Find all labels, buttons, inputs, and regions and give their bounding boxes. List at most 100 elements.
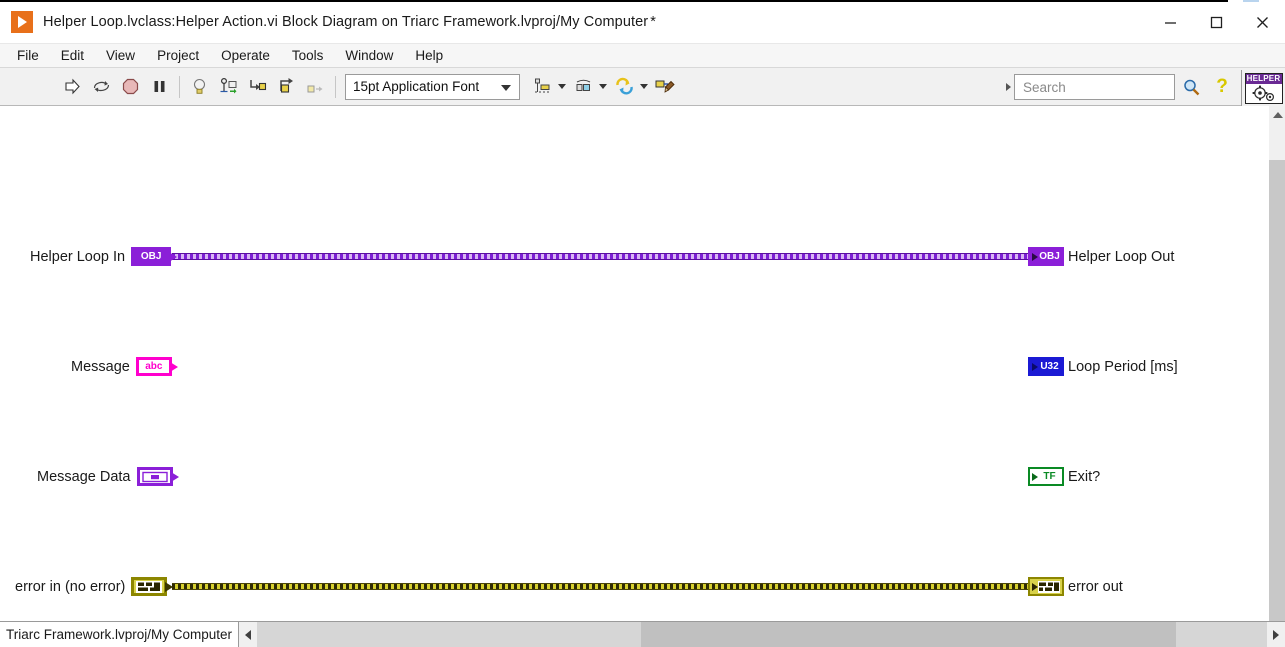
message-label: Message — [71, 358, 130, 375]
distribute-objects-button[interactable] — [570, 73, 597, 101]
pause-button[interactable] — [146, 73, 173, 101]
horizontal-scrollbar-track[interactable] — [257, 622, 1267, 647]
search-area: Search ? — [1002, 74, 1235, 100]
variant-glyph-icon — [141, 471, 168, 482]
menu-item-view[interactable]: View — [95, 46, 146, 66]
helper-loop-out-type-label: OBJ — [1039, 250, 1060, 262]
chevron-left-icon — [245, 629, 252, 640]
debug-buttons — [185, 68, 330, 105]
retain-wire-values-button[interactable] — [215, 73, 242, 101]
scroll-left-button[interactable] — [239, 622, 258, 647]
error-in-node[interactable]: error in (no error) — [15, 577, 174, 596]
helper-loop-in-type-label: OBJ — [140, 250, 162, 262]
step-out-button[interactable] — [302, 73, 329, 101]
exit-terminal[interactable]: TF — [1028, 467, 1064, 486]
loop-period-terminal[interactable]: U32 — [1028, 357, 1064, 376]
block-diagram-canvas[interactable]: Helper Loop In OBJ OBJ Helper Loop Out M… — [0, 106, 1268, 621]
helper-loop-out-label: Helper Loop Out — [1068, 248, 1175, 265]
message-data-node[interactable]: Message Data — [37, 467, 179, 486]
toolbar: 15pt Application Font Search ? HELPER — [0, 68, 1285, 106]
output-arrow-icon — [165, 581, 174, 592]
menu-item-help[interactable]: Help — [404, 46, 454, 66]
horizontal-scrollbar[interactable] — [239, 622, 1285, 647]
vertical-scrollbar-thumb[interactable] — [1269, 123, 1285, 160]
reorder-chevron-down-icon[interactable] — [640, 84, 648, 89]
menu-item-edit[interactable]: Edit — [50, 46, 95, 66]
error-cluster-glyph-icon — [136, 580, 163, 593]
question-mark-icon[interactable]: ? — [1209, 74, 1235, 100]
message-type-label: abc — [145, 360, 163, 372]
search-input[interactable]: Search — [1015, 74, 1175, 100]
helper-loop-out-terminal[interactable]: OBJ — [1028, 247, 1064, 266]
error-in-label: error in (no error) — [15, 578, 126, 595]
message-node[interactable]: Message abc — [71, 357, 178, 376]
horizontal-scrollbar-thumb[interactable] — [640, 622, 1177, 647]
vi-icon[interactable]: HELPER — [1244, 72, 1283, 104]
scroll-up-button[interactable] — [1269, 106, 1285, 123]
error-out-node[interactable]: error out — [1028, 577, 1123, 596]
window-title: Helper Loop.lvclass:Helper Action.vi Blo… — [43, 14, 656, 30]
error-in-terminal[interactable] — [131, 577, 174, 596]
loop-period-node[interactable]: U32 Loop Period [ms] — [1028, 357, 1178, 376]
align-objects-button[interactable] — [529, 73, 556, 101]
exit-type-label: TF — [1043, 470, 1056, 482]
vi-icon-banner: HELPER — [1245, 73, 1282, 84]
loop-period-label: Loop Period [ms] — [1068, 358, 1178, 375]
expand-handle-icon[interactable] — [1002, 74, 1015, 100]
title-bar: Helper Loop.lvclass:Helper Action.vi Blo… — [0, 0, 1285, 44]
reorder-button[interactable] — [611, 73, 638, 101]
helper-loop-out-node[interactable]: OBJ Helper Loop Out — [1028, 247, 1174, 266]
diagram-area: Helper Loop In OBJ OBJ Helper Loop Out M… — [0, 106, 1285, 621]
minimize-icon[interactable] — [1147, 0, 1193, 44]
message-data-label: Message Data — [37, 468, 131, 485]
error-out-terminal[interactable] — [1028, 577, 1064, 596]
window-chrome-edge — [0, 0, 1285, 2]
maximize-icon[interactable] — [1193, 0, 1239, 44]
menu-item-window[interactable]: Window — [334, 46, 404, 66]
helper-loop-in-label: Helper Loop In — [30, 248, 126, 265]
vi-icon-panel[interactable]: HELPER — [1241, 70, 1285, 106]
step-over-button[interactable] — [273, 73, 300, 101]
run-button[interactable] — [59, 73, 86, 101]
helper-loop-in-node[interactable]: Helper Loop In OBJ — [30, 247, 178, 266]
error-cluster-glyph-icon — [1038, 580, 1060, 593]
message-data-terminal[interactable] — [136, 467, 179, 486]
modified-marker: * — [650, 13, 656, 30]
search-magnifier-icon[interactable] — [1177, 74, 1205, 100]
error-cluster-wire[interactable] — [172, 583, 1030, 590]
labview-run-arrow-icon — [11, 10, 33, 33]
step-into-button[interactable] — [244, 73, 271, 101]
vertical-scrollbar[interactable] — [1268, 106, 1285, 621]
run-continuously-button[interactable] — [88, 73, 115, 101]
abort-button[interactable] — [117, 73, 144, 101]
exit-label: Exit? — [1068, 468, 1101, 485]
toolbar-separator-2 — [335, 75, 336, 98]
output-arrow-icon — [169, 251, 178, 262]
helper-loop-in-terminal[interactable]: OBJ — [131, 247, 178, 266]
menu-item-tools[interactable]: Tools — [281, 46, 335, 66]
labview-block-diagram-window: Helper Loop.lvclass:Helper Action.vi Blo… — [0, 0, 1285, 647]
scroll-right-button[interactable] — [1267, 622, 1285, 647]
window-controls — [1147, 0, 1285, 44]
menu-item-operate[interactable]: Operate — [210, 46, 281, 66]
clean-up-diagram-button[interactable] — [652, 73, 679, 101]
font-selector-value: 15pt Application Font — [353, 79, 480, 94]
menu-item-file[interactable]: File — [6, 46, 50, 66]
distribute-objects-chevron-down-icon[interactable] — [599, 84, 607, 89]
error-out-label: error out — [1068, 578, 1123, 595]
input-arrow-icon — [1032, 582, 1038, 591]
status-context-label: Triarc Framework.lvproj/My Computer — [0, 622, 240, 647]
align-objects-chevron-down-icon[interactable] — [558, 84, 566, 89]
output-arrow-icon — [169, 361, 178, 372]
status-bar: Triarc Framework.lvproj/My Computer — [0, 621, 1285, 647]
menu-item-project[interactable]: Project — [146, 46, 210, 66]
helper-loop-object-wire[interactable] — [172, 253, 1030, 260]
toolbar-separator-1 — [179, 75, 180, 98]
message-terminal[interactable]: abc — [135, 357, 178, 376]
font-selector[interactable]: 15pt Application Font — [345, 73, 520, 100]
exit-node[interactable]: TF Exit? — [1028, 467, 1100, 486]
input-arrow-icon — [1032, 252, 1038, 261]
window-title-text: Helper Loop.lvclass:Helper Action.vi Blo… — [43, 13, 649, 30]
highlight-execution-button[interactable] — [186, 73, 213, 101]
close-icon[interactable] — [1239, 0, 1285, 44]
